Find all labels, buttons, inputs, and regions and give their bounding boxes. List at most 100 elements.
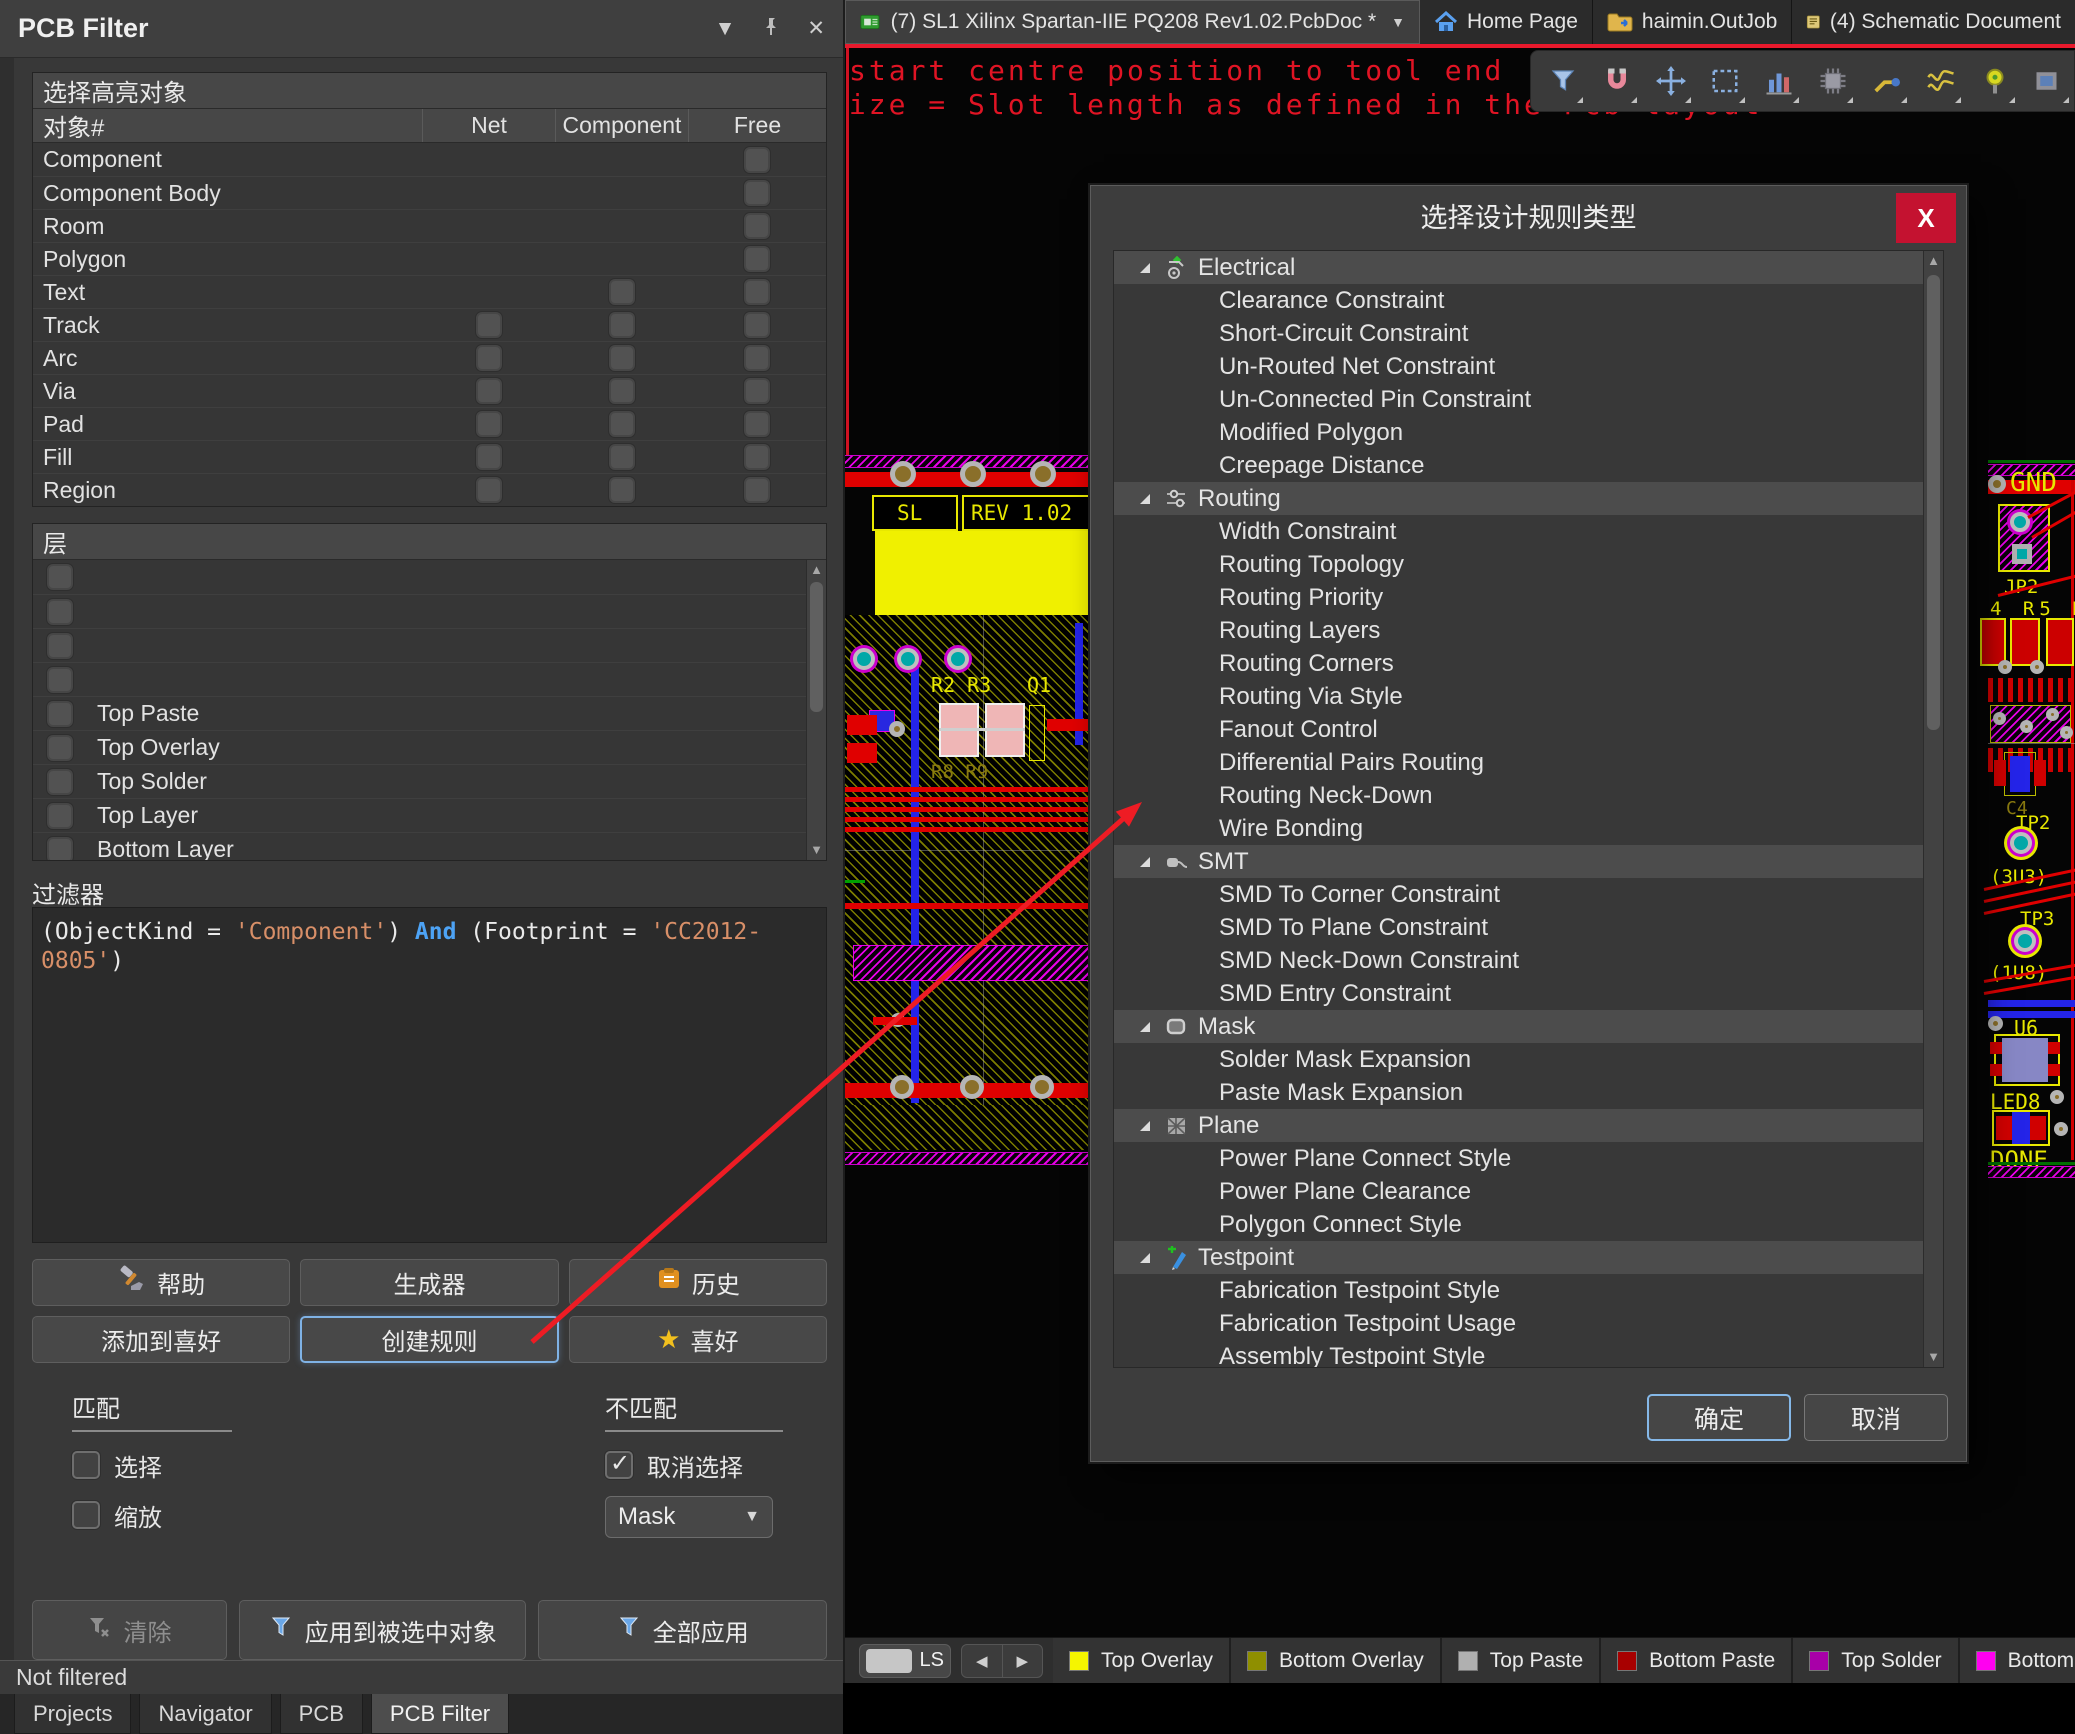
tab-schematic[interactable]: (4) Schematic Document xyxy=(1792,0,2075,44)
object-row[interactable]: Text xyxy=(33,275,826,308)
rule-type-item[interactable]: Fabrication Testpoint Usage xyxy=(1114,1307,1923,1340)
dialog-scrollbar[interactable]: ▲ ▼ xyxy=(1923,251,1943,1367)
deselect-checkbox[interactable] xyxy=(605,1451,633,1479)
move-icon[interactable] xyxy=(1649,59,1693,103)
rule-type-item[interactable]: Solder Mask Expansion xyxy=(1114,1043,1923,1076)
layers-scrollbar[interactable]: ▲ ▼ xyxy=(806,560,826,860)
scroll-down-icon[interactable]: ▼ xyxy=(1924,1347,1943,1367)
object-row[interactable]: Component xyxy=(33,143,826,176)
object-row[interactable]: Region xyxy=(33,473,826,506)
layer-row[interactable] xyxy=(33,628,806,662)
tab-pcbdoc[interactable]: (7) SL1 Xilinx Spartan-IIE PQ208 Rev1.02… xyxy=(845,0,1420,44)
component-checkbox[interactable] xyxy=(609,411,635,437)
layer-row[interactable] xyxy=(33,594,806,628)
expand-triangle-icon[interactable] xyxy=(1140,857,1150,867)
rule-type-item[interactable]: Clearance Constraint xyxy=(1114,284,1923,317)
layer-tab-bottom-overlay[interactable]: Bottom Overlay xyxy=(1231,1638,1442,1683)
net-checkbox[interactable] xyxy=(476,312,502,338)
net-checkbox[interactable] xyxy=(476,444,502,470)
mask-dropdown[interactable]: Mask ▼ xyxy=(605,1496,773,1538)
layer-scroll-left-icon[interactable]: ◀ xyxy=(962,1645,1003,1677)
rule-type-item[interactable]: Routing Via Style xyxy=(1114,680,1923,713)
component-icon[interactable] xyxy=(1811,59,1855,103)
layer-row[interactable] xyxy=(33,560,806,594)
layer-tab-bottom-paste[interactable]: Bottom Paste xyxy=(1601,1638,1793,1683)
layer-tab-top-solder[interactable]: Top Solder xyxy=(1793,1638,1959,1683)
rule-type-item[interactable]: SMD To Plane Constraint xyxy=(1114,911,1923,944)
chevron-down-icon[interactable]: ▼ xyxy=(715,17,736,41)
scroll-down-icon[interactable]: ▼ xyxy=(807,840,826,860)
create-rule-button[interactable]: 创建规则 xyxy=(300,1316,558,1363)
rule-type-item[interactable]: Assembly Testpoint Style xyxy=(1114,1340,1923,1368)
more-icon[interactable] xyxy=(2027,59,2071,103)
select-area-icon[interactable] xyxy=(1703,59,1747,103)
route-icon[interactable] xyxy=(1865,59,1909,103)
rule-type-item[interactable]: Power Plane Clearance xyxy=(1114,1175,1923,1208)
expand-triangle-icon[interactable] xyxy=(1140,1121,1150,1131)
layer-row[interactable]: Top Layer xyxy=(33,798,806,832)
net-checkbox[interactable] xyxy=(476,378,502,404)
rule-type-item[interactable]: Un-Routed Net Constraint xyxy=(1114,350,1923,383)
generator-button[interactable]: 生成器 xyxy=(300,1259,558,1306)
clear-button[interactable]: 清除 xyxy=(32,1600,227,1660)
object-row[interactable]: Room xyxy=(33,209,826,242)
select-checkbox[interactable] xyxy=(72,1451,100,1479)
panel-tab-navigator[interactable]: Navigator xyxy=(139,1694,271,1734)
pcb-canvas[interactable]: start centre position to tool end Size =… xyxy=(845,48,2075,1637)
via-icon[interactable] xyxy=(1973,59,2017,103)
rule-group-electrical[interactable]: Electrical xyxy=(1114,251,1923,284)
ok-button[interactable]: 确定 xyxy=(1647,1394,1791,1441)
apply-to-selected-button[interactable]: 应用到被选中对象 xyxy=(239,1600,527,1660)
rule-type-item[interactable]: Un-Connected Pin Constraint xyxy=(1114,383,1923,416)
object-row[interactable]: Fill xyxy=(33,440,826,473)
layer-checkbox[interactable] xyxy=(47,564,73,590)
component-checkbox[interactable] xyxy=(609,312,635,338)
net-checkbox[interactable] xyxy=(476,411,502,437)
component-checkbox[interactable] xyxy=(609,477,635,503)
rule-type-item[interactable]: Routing Corners xyxy=(1114,647,1923,680)
layer-scroll-right-icon[interactable]: ▶ xyxy=(1003,1645,1043,1677)
rule-type-item[interactable]: Wire Bonding xyxy=(1114,812,1923,845)
close-icon[interactable]: ✕ xyxy=(807,16,825,41)
history-button[interactable]: 历史 xyxy=(569,1259,827,1306)
free-checkbox[interactable] xyxy=(744,246,770,272)
rule-type-item[interactable]: Short-Circuit Constraint xyxy=(1114,317,1923,350)
free-checkbox[interactable] xyxy=(744,147,770,173)
rule-type-item[interactable]: Power Plane Connect Style xyxy=(1114,1142,1923,1175)
expand-triangle-icon[interactable] xyxy=(1140,1253,1150,1263)
object-row[interactable]: Pad xyxy=(33,407,826,440)
rule-group-routing[interactable]: Routing xyxy=(1114,482,1923,515)
rule-type-item[interactable]: Modified Polygon xyxy=(1114,416,1923,449)
expand-triangle-icon[interactable] xyxy=(1140,1022,1150,1032)
rule-type-item[interactable]: Routing Neck-Down xyxy=(1114,779,1923,812)
free-checkbox[interactable] xyxy=(744,312,770,338)
component-checkbox[interactable] xyxy=(609,345,635,371)
rule-type-item[interactable]: Polygon Connect Style xyxy=(1114,1208,1923,1241)
layer-set-chip[interactable]: LS xyxy=(859,1644,951,1678)
layer-checkbox[interactable] xyxy=(47,803,73,829)
panel-tab-pcb-filter[interactable]: PCB Filter xyxy=(371,1694,509,1734)
free-checkbox[interactable] xyxy=(744,345,770,371)
tab-home-page[interactable]: Home Page xyxy=(1420,0,1593,44)
layer-checkbox[interactable] xyxy=(47,837,73,861)
component-checkbox[interactable] xyxy=(609,444,635,470)
rule-type-item[interactable]: Routing Layers xyxy=(1114,614,1923,647)
layer-tab-bottom-solder[interactable]: Bottom Solder xyxy=(1960,1638,2075,1683)
rule-type-item[interactable]: SMD Entry Constraint xyxy=(1114,977,1923,1010)
layer-row[interactable]: Bottom Layer xyxy=(33,832,806,860)
rule-type-item[interactable]: Width Constraint xyxy=(1114,515,1923,548)
magnet-icon[interactable] xyxy=(1595,59,1639,103)
object-row[interactable]: Via xyxy=(33,374,826,407)
component-checkbox[interactable] xyxy=(609,378,635,404)
rule-group-testpoint[interactable]: Testpoint xyxy=(1114,1241,1923,1274)
rule-group-mask[interactable]: Mask xyxy=(1114,1010,1923,1043)
net-checkbox[interactable] xyxy=(476,477,502,503)
panel-tab-pcb[interactable]: PCB xyxy=(280,1694,363,1734)
layer-row[interactable] xyxy=(33,662,806,696)
scroll-up-icon[interactable]: ▲ xyxy=(807,560,826,580)
layer-tab-top-paste[interactable]: Top Paste xyxy=(1442,1638,1601,1683)
rule-type-item[interactable]: Differential Pairs Routing xyxy=(1114,746,1923,779)
expand-triangle-icon[interactable] xyxy=(1140,494,1150,504)
layer-checkbox[interactable] xyxy=(47,701,73,727)
rule-type-item[interactable]: Routing Priority xyxy=(1114,581,1923,614)
